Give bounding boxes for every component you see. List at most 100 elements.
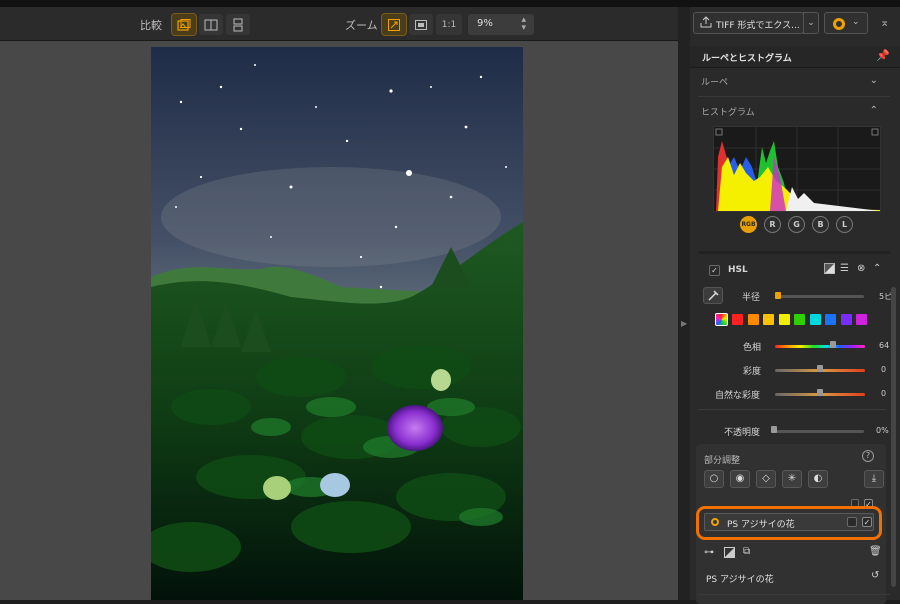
sync-icon [833,18,845,30]
compare-side-by-side-button[interactable] [199,14,223,35]
channel-g-button[interactable]: G [788,216,805,233]
collapse-panel-icon[interactable]: ⌅ [880,16,889,29]
updown-icon: ▴ ▾ [521,15,526,33]
photo-preview [151,47,523,600]
split-view-icon [204,19,218,30]
divider [698,96,890,97]
color-swatch[interactable] [840,314,852,325]
opacity-label: 不透明度 [724,428,761,438]
hue-slider-knob[interactable] [829,341,836,348]
radius-slider-knob[interactable] [775,292,781,299]
histogram-row[interactable]: ヒストグラム ⌃ [690,105,890,118]
color-swatch[interactable] [809,314,821,325]
zoom-label: ズーム [345,19,378,32]
saturation-label: 彩度 [743,367,762,377]
local-layer-highlighted[interactable]: PS アジサイの花 ✓ [696,506,882,540]
zoom-fill-button[interactable] [409,14,433,35]
trash-icon[interactable]: 🗑 [869,546,882,557]
reset-close-icon[interactable]: ⊗ [857,263,865,274]
image-canvas[interactable] [0,41,678,600]
chevron-up-icon[interactable]: ⌃ [873,263,881,274]
color-swatch[interactable] [732,314,743,325]
radius-label: 半径 [742,293,761,303]
pin-icon[interactable]: 📌 [876,49,890,62]
channel-b-button[interactable]: B [812,216,829,233]
color-swatch[interactable] [778,314,790,325]
channel-r-button[interactable]: R [764,216,781,233]
menu-icon[interactable]: ☰ [840,263,849,274]
histogram-chart [713,126,881,212]
layer-name: PS アジサイの花 [727,520,795,530]
opacity-value: 0% [876,426,889,435]
lasso-tool[interactable]: ◇ [756,470,776,488]
key-icon[interactable]: ⊶ [704,547,714,558]
target-icon: ◉ [735,473,745,484]
expand-arrow-icon[interactable]: ▶ [681,319,687,328]
compare-stacked-button[interactable] [226,14,250,35]
layer-enable-checkbox[interactable]: ✓ [862,517,872,527]
loupe-row[interactable]: ルーペ ⌄ [690,75,890,88]
color-swatch[interactable] [825,314,836,325]
brush-tool[interactable]: ◉ [730,470,750,488]
export-options-button[interactable]: ⌄ [803,12,819,34]
chevron-down-icon: ⌄ [852,17,860,27]
layer-mask-checkbox[interactable] [847,517,857,527]
chevron-up-icon: ⌃ [869,105,878,116]
all-colors-swatch[interactable] [715,313,728,326]
compare-label: 比較 [140,19,162,32]
export-label: TIFF 形式でエクス... [716,21,800,31]
auto-retouch-tool[interactable]: ✳ [782,470,802,488]
stack-icon [177,18,191,31]
eyedropper-button[interactable] [703,287,723,304]
color-swatch[interactable] [747,314,759,325]
compare-before-after-icon[interactable] [824,263,835,277]
zoom-fit-button[interactable] [381,13,407,36]
color-range-tool[interactable]: ◐ [808,470,828,488]
opacity-slider[interactable] [773,430,864,433]
export-button[interactable]: TIFF 形式でエクス... [693,12,804,34]
split-horizontal-icon [233,18,243,31]
duplicate-icon[interactable]: ⧉ [743,546,750,557]
chevron-down-icon: ⌄ [869,75,878,86]
hue-label: 色相 [743,343,762,353]
color-swatch[interactable] [763,314,774,325]
color-swatch[interactable] [856,314,867,325]
section-divider [698,251,890,254]
channel-rgb-button[interactable]: RGB [740,216,757,233]
view-toolbar: 比較 ズーム 1:1 9% ▴ ▾ [0,7,678,41]
panel-splitter[interactable]: ▶ [678,7,690,600]
import-mask-button[interactable]: ⤓ [864,470,884,488]
sync-settings-button[interactable]: ⌄ [824,12,868,34]
fit-screen-icon [388,18,400,31]
hsl-enable-checkbox[interactable]: ✓ [709,265,720,276]
vibrance-value: 0 [881,389,887,398]
zoom-level-select[interactable]: 9% ▴ ▾ [468,14,534,35]
zoom-level-value: 9% [477,18,493,29]
selected-layer-name: PS アジサイの花 [706,575,774,585]
loupe-histogram-header[interactable]: ルーペとヒストグラム 📌 [690,46,900,68]
control-point-tool[interactable]: ○ [704,470,724,488]
compare-single-button[interactable] [171,13,197,36]
vibrance-slider-knob[interactable] [817,389,823,396]
opacity-slider-knob[interactable] [771,426,777,433]
window-top-strip [0,0,900,7]
divider [698,409,886,410]
color-swatch[interactable] [794,314,805,325]
hue-slider[interactable] [775,345,865,348]
radius-slider[interactable] [776,295,864,298]
zoom-100-button[interactable]: 1:1 [436,14,462,35]
fill-screen-icon [415,19,427,30]
help-icon[interactable]: ? [862,450,874,462]
panel-scrollbar[interactable] [891,287,896,587]
sparkle-icon: ✳ [787,473,797,484]
vibrance-label: 自然な彩度 [715,391,761,401]
local-layer-row[interactable]: PS アジサイの花 ✓ [704,513,874,531]
section-title: ルーペとヒストグラム [702,54,792,64]
local-adjustments-title: 部分調整 [704,456,741,466]
saturation-slider-knob[interactable] [817,365,823,372]
half-circle-icon: ◐ [813,473,823,484]
invert-mask-icon[interactable] [724,547,735,561]
download-icon: ⤓ [871,473,877,484]
reset-icon[interactable]: ↺ [871,570,879,581]
channel-l-button[interactable]: L [836,216,853,233]
